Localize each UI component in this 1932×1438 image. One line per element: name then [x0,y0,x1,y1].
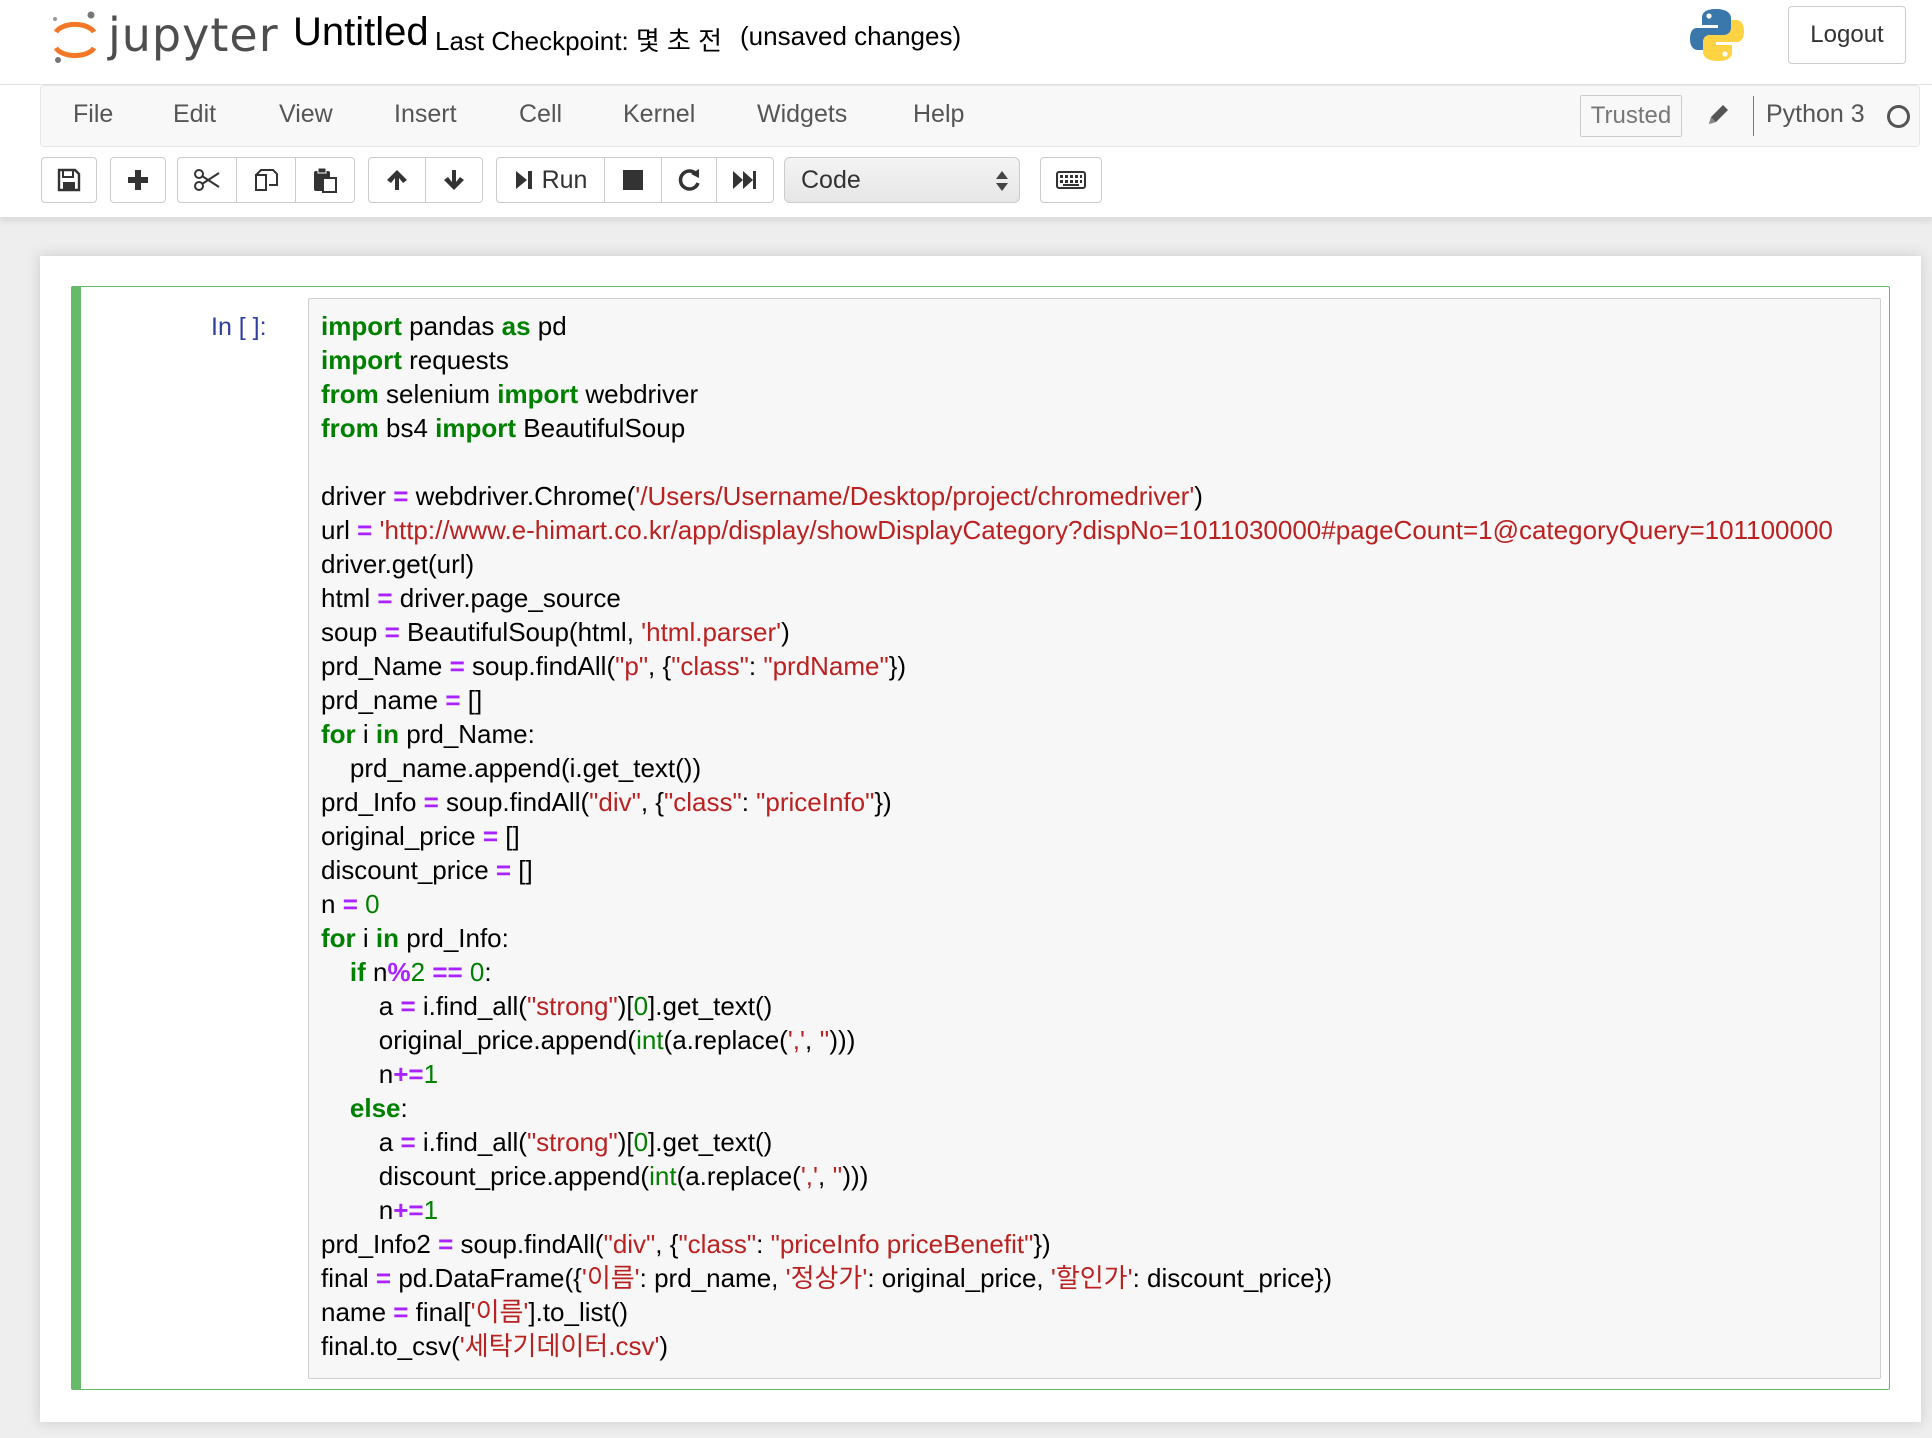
notebook-container: In [ ]: import pandas as pd import reques… [40,256,1921,1422]
run-button[interactable]: Run [496,157,605,203]
menu-file[interactable]: File [73,100,113,129]
code-line: html = driver.page_source [321,583,621,613]
save-icon [57,168,81,192]
arrow-down-icon [444,170,464,190]
run-label: Run [541,165,588,194]
code-line: driver.get(url) [321,549,475,579]
menubar: File Edit View Insert Cell Kernel Widget… [40,85,1920,147]
code-line: prd_name.append(i.get_text()) [321,753,702,783]
restart-button[interactable] [661,157,717,203]
run-icon [515,171,532,189]
logo-text: jupyter [108,8,279,62]
plus-icon [128,170,148,190]
toolbar-keyboard-group [1040,157,1102,203]
restart-run-all-button[interactable] [716,157,774,203]
cell-type-value: Code [801,166,861,194]
move-down-button[interactable] [425,157,483,203]
menu-edit[interactable]: Edit [173,100,216,129]
paste-icon [314,167,337,193]
python-logo-icon [1690,9,1744,61]
menu-insert[interactable]: Insert [394,100,457,129]
insert-cell-button[interactable] [110,157,166,203]
command-palette-button[interactable] [1040,157,1102,203]
code-line: for i in prd_Info: [321,923,509,953]
code-line: original_price.append(int(a.replace(',',… [321,1025,856,1055]
toolbar-clipboard-group [177,157,355,203]
menu-help[interactable]: Help [913,100,964,129]
code-line: n+=1 [321,1059,439,1089]
select-arrows-icon [996,171,1008,191]
code-line: from selenium import webdriver [321,379,699,409]
code-line: prd_Info2 = soup.findAll("div", {"class"… [321,1229,1051,1259]
copy-button[interactable] [236,157,296,203]
kernel-separator [1753,96,1754,136]
cut-button[interactable] [177,157,237,203]
paste-button[interactable] [295,157,355,203]
code-cell[interactable]: In [ ]: import pandas as pd import reques… [71,286,1890,1390]
code-line: n = 0 [321,889,380,919]
code-line: from bs4 import BeautifulSoup [321,413,686,443]
trusted-badge[interactable]: Trusted [1580,95,1682,137]
pencil-icon[interactable] [1703,100,1733,130]
jupyter-logo-icon [53,11,97,63]
code-line: else: [349,1093,408,1123]
autosave-status: (unsaved changes) [740,21,962,51]
fast-forward-icon [733,171,756,189]
code-line: soup = BeautifulSoup(html, 'html.parser'… [321,617,790,647]
code-line: prd_Info = soup.findAll("div", {"class":… [321,787,892,817]
code-line: a = i.find_all("strong")[0].get_text() [321,1127,773,1157]
code-line: import pandas as pd [321,311,567,341]
code-line: prd_Name = soup.findAll("p", {"class": "… [321,651,907,681]
code-line: driver = webdriver.Chrome('/Users/Userna… [321,481,1203,511]
header: jupyter Untitled Last Checkpoint: 몇 초 전 … [0,0,1932,85]
menu-view[interactable]: View [279,100,333,129]
code-line: url = 'http://www.e-himart.co.kr/app/dis… [321,515,1833,545]
menu-widgets[interactable]: Widgets [757,100,847,129]
notebook-title[interactable]: Untitled [293,10,429,55]
code-content: import pandas as pd import requests from s… [321,309,1833,1363]
code-line: original_price = [] [321,821,520,851]
code-line: name = final['이름'].to_list() [321,1297,629,1327]
cut-icon [194,169,220,191]
toolbar-save-group [41,157,97,203]
cell-input-prompt: In [ ]: [211,313,267,341]
code-line: import requests [321,345,509,375]
toolbar-run-group: Run [496,157,774,203]
checkpoint-status: Last Checkpoint: 몇 초 전 [435,26,723,56]
code-line: ​ [321,445,1833,479]
stop-icon [623,170,643,190]
code-line: final.to_csv('세탁기데이터.csv') [321,1331,669,1361]
interrupt-button[interactable] [604,157,662,203]
restart-icon [678,169,700,191]
code-line: discount_price = [] [321,855,533,885]
cell-type-select[interactable]: Code [784,157,1020,203]
arrow-up-icon [387,170,407,190]
toolbar-move-group [368,157,483,203]
code-line: if n%2 == 0: [349,957,492,987]
kernel-name[interactable]: Python 3 [1766,100,1865,129]
toolbar-insert-group [110,157,166,203]
code-line: a = i.find_all("strong")[0].get_text() [321,991,773,1021]
code-line: discount_price.append(int(a.replace(',',… [321,1161,869,1191]
code-line: n+=1 [321,1195,439,1225]
copy-icon [255,169,278,191]
code-line: prd_name = [] [321,685,483,715]
jupyter-logo[interactable]: jupyter [50,8,278,68]
save-button[interactable] [41,157,97,203]
code-line: for i in prd_Name: [321,719,535,749]
code-editor[interactable]: import pandas as pd import requests from s… [308,298,1881,1379]
code-line: final = pd.DataFrame({'이름': prd_name, '정… [321,1263,1333,1293]
move-up-button[interactable] [368,157,426,203]
keyboard-icon [1056,171,1086,189]
menu-cell[interactable]: Cell [519,100,562,129]
kernel-idle-icon [1887,105,1910,128]
menubar-container: File Edit View Insert Cell Kernel Widget… [0,85,1932,218]
logout-button[interactable]: Logout [1788,6,1906,64]
menu-kernel[interactable]: Kernel [623,100,695,129]
